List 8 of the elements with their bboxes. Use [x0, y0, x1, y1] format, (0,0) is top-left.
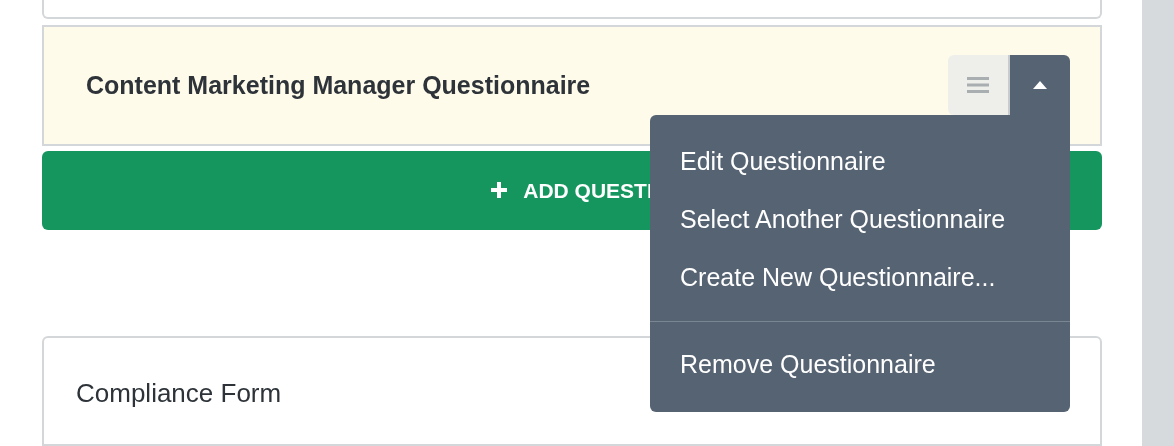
menu-item[interactable]: Remove Questionnaire [650, 335, 1070, 394]
dropdown-toggle[interactable] [1010, 54, 1070, 115]
menu-item[interactable]: Create New Questionnaire... [650, 248, 1070, 307]
plus-icon [491, 182, 508, 199]
menu-icon [967, 75, 989, 94]
caret-icon [1033, 80, 1047, 89]
compliance-title: Compliance Form [76, 377, 282, 408]
questionnaire-title: Content Marketing Manager Questionnaire [86, 69, 591, 101]
